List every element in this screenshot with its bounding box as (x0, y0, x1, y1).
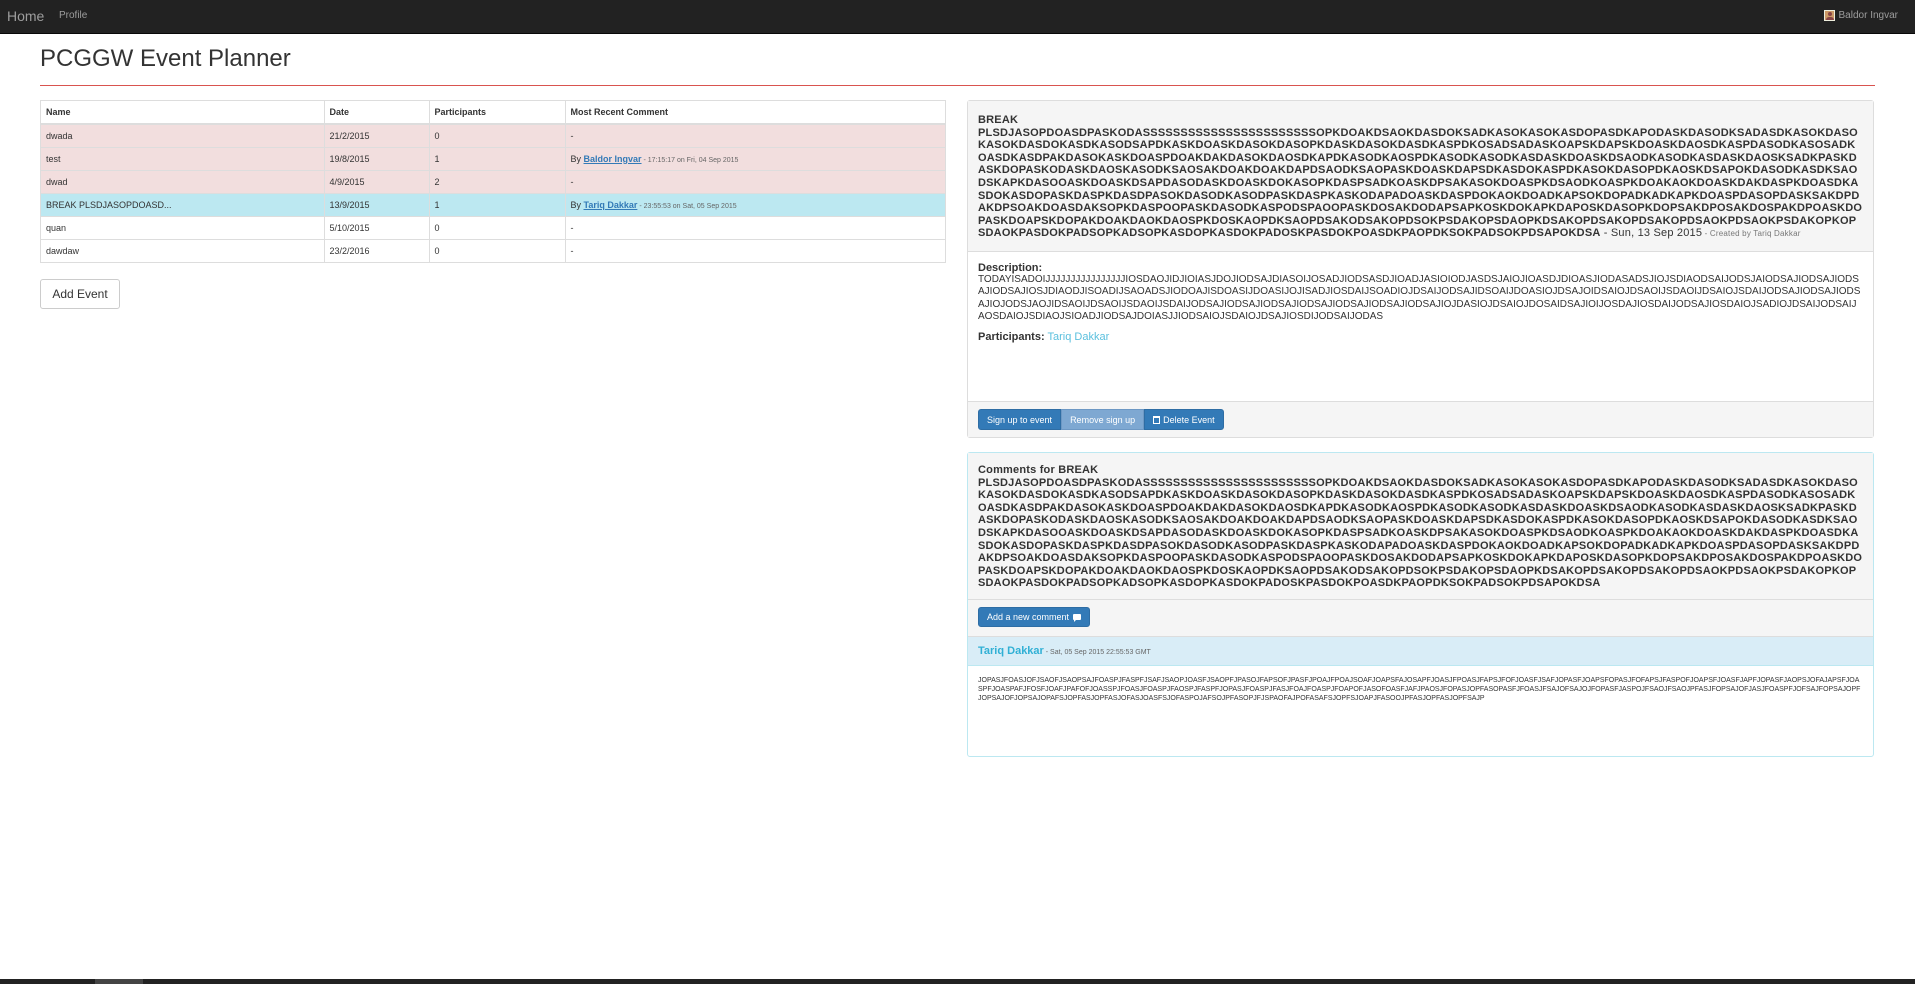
event-date: 23/2/2016 (323, 238, 429, 262)
add-comment-label: Add a new comment (987, 611, 1070, 622)
event-name: dawdaw (41, 238, 324, 262)
event-participants: 0 (428, 123, 565, 147)
event-detail-heading: BREAK PLSDJASOPDOASDPASKODASSSSSSSSSSSSS… (968, 101, 1873, 252)
table-row[interactable]: dwada 21/2/2015 0 - (41, 123, 945, 147)
table-header-row: Name Date Participants Most Recent Comme… (41, 101, 945, 125)
events-table: Name Date Participants Most Recent Comme… (40, 100, 946, 263)
description-text: TODAYISADOIJJJJJJJJJJJJJJJJIOSDAOJIDJIOI… (978, 273, 1861, 322)
event-date-text: - Sun, 13 Sep 2015 (1600, 227, 1703, 240)
remove-sign-up-button[interactable]: Remove sign up (1061, 409, 1145, 430)
event-title-line1: BREAK (978, 114, 1019, 126)
table-row[interactable]: dawdaw 23/2/2016 0 - (41, 238, 945, 262)
participants-row: Participants: Tariq Dakkar (978, 331, 1863, 343)
title-divider (40, 85, 1875, 86)
delete-event-button[interactable]: Delete Event (1144, 409, 1224, 430)
event-date: 19/8/2015 (323, 146, 429, 170)
event-comment: - (564, 169, 945, 193)
sign-up-button[interactable]: Sign up to event (978, 409, 1062, 430)
event-creator: - Created by Tariq Dakkar (1702, 229, 1801, 239)
event-name: quan (41, 215, 324, 239)
comment-icon (1073, 613, 1082, 622)
table-row[interactable]: test 19/8/2015 1 By Baldor Ingvar - 17:1… (41, 146, 945, 170)
header-date: Date (323, 101, 429, 125)
comment-prefix: By (570, 153, 584, 164)
event-actions: Sign up to event Remove sign up Delete E… (968, 401, 1873, 437)
comment-header: Tariq Dakkar - Sat, 05 Sep 2015 22:55:53… (968, 636, 1873, 666)
user-avatar-icon (1823, 10, 1835, 21)
page-title: PCGGW Event Planner (40, 45, 291, 72)
event-participants: 2 (428, 169, 565, 193)
event-comment: By Tariq Dakkar - 23:55:53 on Sat, 05 Se… (564, 192, 945, 216)
event-date: 5/10/2015 (323, 215, 429, 239)
event-comment: - (564, 215, 945, 239)
description-label: Description: (978, 261, 1043, 274)
nav-user-menu[interactable]: Baldor Ingvar (1823, 10, 1898, 21)
comment-timestamp: - Sat, 05 Sep 2015 22:55:53 GMT (1043, 648, 1151, 656)
event-name: test (41, 146, 324, 170)
table-row[interactable]: dwad 4/9/2015 2 - (41, 169, 945, 193)
event-name: dwada (41, 123, 324, 147)
header-name: Name (41, 101, 324, 125)
event-action-group: Sign up to event Remove sign up Delete E… (978, 409, 1863, 430)
table-row-selected[interactable]: BREAK PLSDJASOPDOASD... 13/9/2015 1 By T… (41, 192, 945, 216)
event-name: dwad (41, 169, 324, 193)
comment-body: JOPASJFOASJOFJSAOFJSAOPSAJFOASPJFASPFJSA… (978, 676, 1861, 702)
comment-author-link[interactable]: Tariq Dakkar (584, 200, 638, 210)
event-date: 21/2/2015 (323, 123, 429, 147)
table-row[interactable]: quan 5/10/2015 0 - (41, 215, 945, 239)
event-title-rest: PLSDJASOPDOASDPASKODASSSSSSSSSSSSSSSSSSS… (978, 126, 1863, 240)
header-participants: Participants (428, 101, 565, 125)
event-date: 13/9/2015 (323, 192, 429, 216)
delete-event-label: Delete Event (1163, 414, 1215, 425)
nav-home-link[interactable]: Home (7, 8, 44, 24)
comment-meta: - 23:55:53 on Sat, 05 Sep 2015 (637, 202, 737, 210)
event-comment: - (564, 238, 945, 262)
trash-icon (1153, 415, 1161, 424)
top-navbar: Home Profile Baldor Ingvar (0, 0, 1915, 34)
participant-link[interactable]: Tariq Dakkar (1048, 331, 1110, 343)
event-name: BREAK PLSDJASOPDOASD... (41, 192, 324, 216)
event-title: BREAK PLSDJASOPDOASDPASKODASSSSSSSSSSSSS… (978, 114, 1863, 241)
add-event-button[interactable]: Add Event (40, 279, 120, 309)
add-comment-row: Add a new comment (968, 599, 1873, 637)
event-detail-body: Description: TODAYISADOIJJJJJJJJJJJJJJJJ… (968, 252, 1873, 349)
comments-title: Comments for BREAK PLSDJASOPDOASDPASKODA… (978, 464, 1863, 590)
bottom-bar-tab (95, 979, 143, 984)
comment-author-link[interactable]: Baldor Ingvar (584, 154, 642, 164)
comment-prefix: By (570, 199, 584, 210)
comments-panel: Comments for BREAK PLSDJASOPDOASDPASKODA… (967, 452, 1874, 757)
event-participants: 0 (428, 215, 565, 239)
event-detail-panel: BREAK PLSDJASOPDOASDPASKODASSSSSSSSSSSSS… (967, 100, 1874, 438)
event-comment: - (564, 123, 945, 147)
comments-heading: Comments for BREAK PLSDJASOPDOASDPASKODA… (968, 453, 1873, 600)
event-participants: 1 (428, 192, 565, 216)
event-date: 4/9/2015 (323, 169, 429, 193)
comment-meta: - 17:15:17 on Fri, 04 Sep 2015 (641, 156, 739, 164)
nav-user-name: Baldor Ingvar (1838, 10, 1898, 21)
comments-title-prefix: Comments for BREAK (978, 464, 1099, 476)
header-most-recent-comment: Most Recent Comment (564, 101, 945, 125)
comments-title-rest: PLSDJASOPDOASDPASKODASSSSSSSSSSSSSSSSSSS… (978, 476, 1863, 590)
add-comment-button[interactable]: Add a new comment (978, 606, 1091, 627)
participants-label: Participants: (978, 331, 1045, 344)
event-participants: 1 (428, 146, 565, 170)
nav-profile-link[interactable]: Profile (59, 10, 87, 21)
bottom-bar (0, 979, 1915, 984)
event-participants: 0 (428, 238, 565, 262)
comment-author-link[interactable]: Tariq Dakkar (978, 645, 1044, 657)
event-comment: By Baldor Ingvar - 17:15:17 on Fri, 04 S… (564, 146, 945, 170)
